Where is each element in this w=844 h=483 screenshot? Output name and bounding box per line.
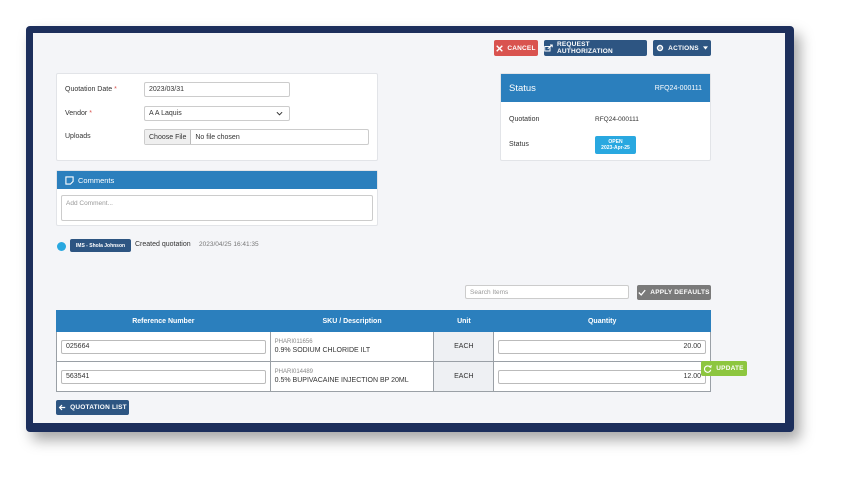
unit-cell: EACH [433,361,495,392]
comments-card: Comments Add Comment... [56,170,378,226]
request-authorization-label: REQUEST AUTHORIZATION [557,41,613,55]
quantity-cell: 20.00 [493,331,711,362]
col-header-quantity[interactable]: Quantity [493,310,711,332]
quotation-date-label: Quotation Date * [65,86,117,93]
status-badge: OPEN 2023-Apr-25 [595,136,636,154]
quotation-list-label: QUOTATION LIST [70,404,127,411]
note-icon [65,175,74,185]
items-table: Reference Number SKU / Description Unit … [56,310,711,392]
activity-timestamp: 2023/04/25 16:41:35 [199,241,259,248]
status-header: Status RFQ24-000111 [501,74,710,102]
quotation-date-input[interactable]: 2023/03/31 [144,82,290,97]
vendor-select[interactable]: A A Laquis [144,106,290,121]
col-header-sku[interactable]: SKU / Description [269,310,435,332]
status-badge-date: 2023-Apr-25 [601,145,630,151]
sku-description: 0.5% BUPIVACAINE INJECTION BP 20ML [274,377,409,384]
quotation-list-button[interactable]: QUOTATION LIST [56,400,129,415]
close-icon [496,44,504,52]
search-items-placeholder: Search Items [470,288,509,296]
arrow-left-icon [58,404,66,411]
choose-file-button[interactable]: Choose File [145,130,192,144]
update-button[interactable]: UPDATE [701,361,747,376]
actions-dropdown-button[interactable]: ACTIONS [653,40,711,56]
reference-value: 025664 [66,343,90,350]
vendor-label: Vendor * [65,110,92,117]
check-icon [638,289,646,296]
status-card: Status RFQ24-000111 Quotation RFQ24-0001… [500,73,711,161]
status-title: Status [509,82,536,94]
reference-input[interactable]: 025664 [61,339,266,354]
quotation-value: RFQ24-000111 [595,116,639,123]
comments-title: Comments [78,175,115,185]
apply-defaults-button[interactable]: APPLY DEFAULTS [637,285,711,300]
col-header-reference[interactable]: Reference Number [56,310,271,332]
sku-code: PHARI014489 [274,369,314,375]
comment-placeholder: Add Comment... [66,200,113,207]
quotation-form-card: Quotation Date * 2023/03/31 Vendor * A A L… [56,73,378,161]
uploads-label: Uploads [65,133,91,140]
share-icon [544,44,553,52]
status-label: Status [509,141,529,148]
activity-user-badge: IMS - Shola Johnson [70,239,131,252]
reference-cell: 563541 [56,361,271,392]
reference-value: 563541 [66,373,90,380]
search-items-input[interactable]: Search Items [465,285,629,299]
no-file-text: No file chosen [195,133,240,141]
caret-down-icon [702,46,708,50]
quotation-date-value: 2023/03/31 [149,86,185,93]
comments-header: Comments [57,171,377,189]
vendor-value: A A Laquis [149,110,182,117]
activity-dot [57,242,66,251]
sku-description: 0.9% SODIUM CHLORIDE ILT [274,347,371,354]
cancel-button[interactable]: CANCEL [494,40,538,56]
status-code: RFQ24-000111 [654,84,702,92]
quantity-value: 12.00 [683,373,701,380]
app-screen: CANCEL REQUEST AUTHORIZATION ACTIONS Quo… [33,33,785,423]
unit-cell: EACH [433,331,495,362]
quantity-value: 20.00 [683,343,701,350]
table-row: 563541 PHARI014489 0.5% BUPIVACAINE INJE… [56,361,711,392]
apply-defaults-label: APPLY DEFAULTS [650,289,710,296]
quantity-input[interactable]: 12.00 [498,369,706,384]
request-authorization-button[interactable]: REQUEST AUTHORIZATION [544,40,647,56]
comment-textarea[interactable]: Add Comment... [61,195,373,221]
sku-code: PHARI011656 [274,339,313,345]
quantity-cell: 12.00 [493,361,711,392]
quotation-label: Quotation [509,116,540,123]
reference-input[interactable]: 563541 [61,369,266,384]
reference-cell: 025664 [56,331,271,362]
col-header-unit[interactable]: Unit [433,310,495,332]
chevron-down-icon [276,111,283,116]
refresh-icon [704,364,712,373]
update-label: UPDATE [716,365,744,372]
table-header-row: Reference Number SKU / Description Unit … [56,310,711,332]
sku-cell: PHARI011656 0.9% SODIUM CHLORIDE ILT [269,331,435,362]
quantity-input[interactable]: 20.00 [498,339,706,354]
cancel-label: CANCEL [507,44,536,52]
uploads-file-input[interactable]: Choose File No file chosen [144,129,369,145]
sku-cell: PHARI014489 0.5% BUPIVACAINE INJECTION B… [269,361,435,392]
activity-action: Created quotation [135,241,191,248]
table-row: 025664 PHARI011656 0.9% SODIUM CHLORIDE … [56,331,711,362]
actions-label: ACTIONS [668,44,699,52]
gear-icon [656,44,664,52]
